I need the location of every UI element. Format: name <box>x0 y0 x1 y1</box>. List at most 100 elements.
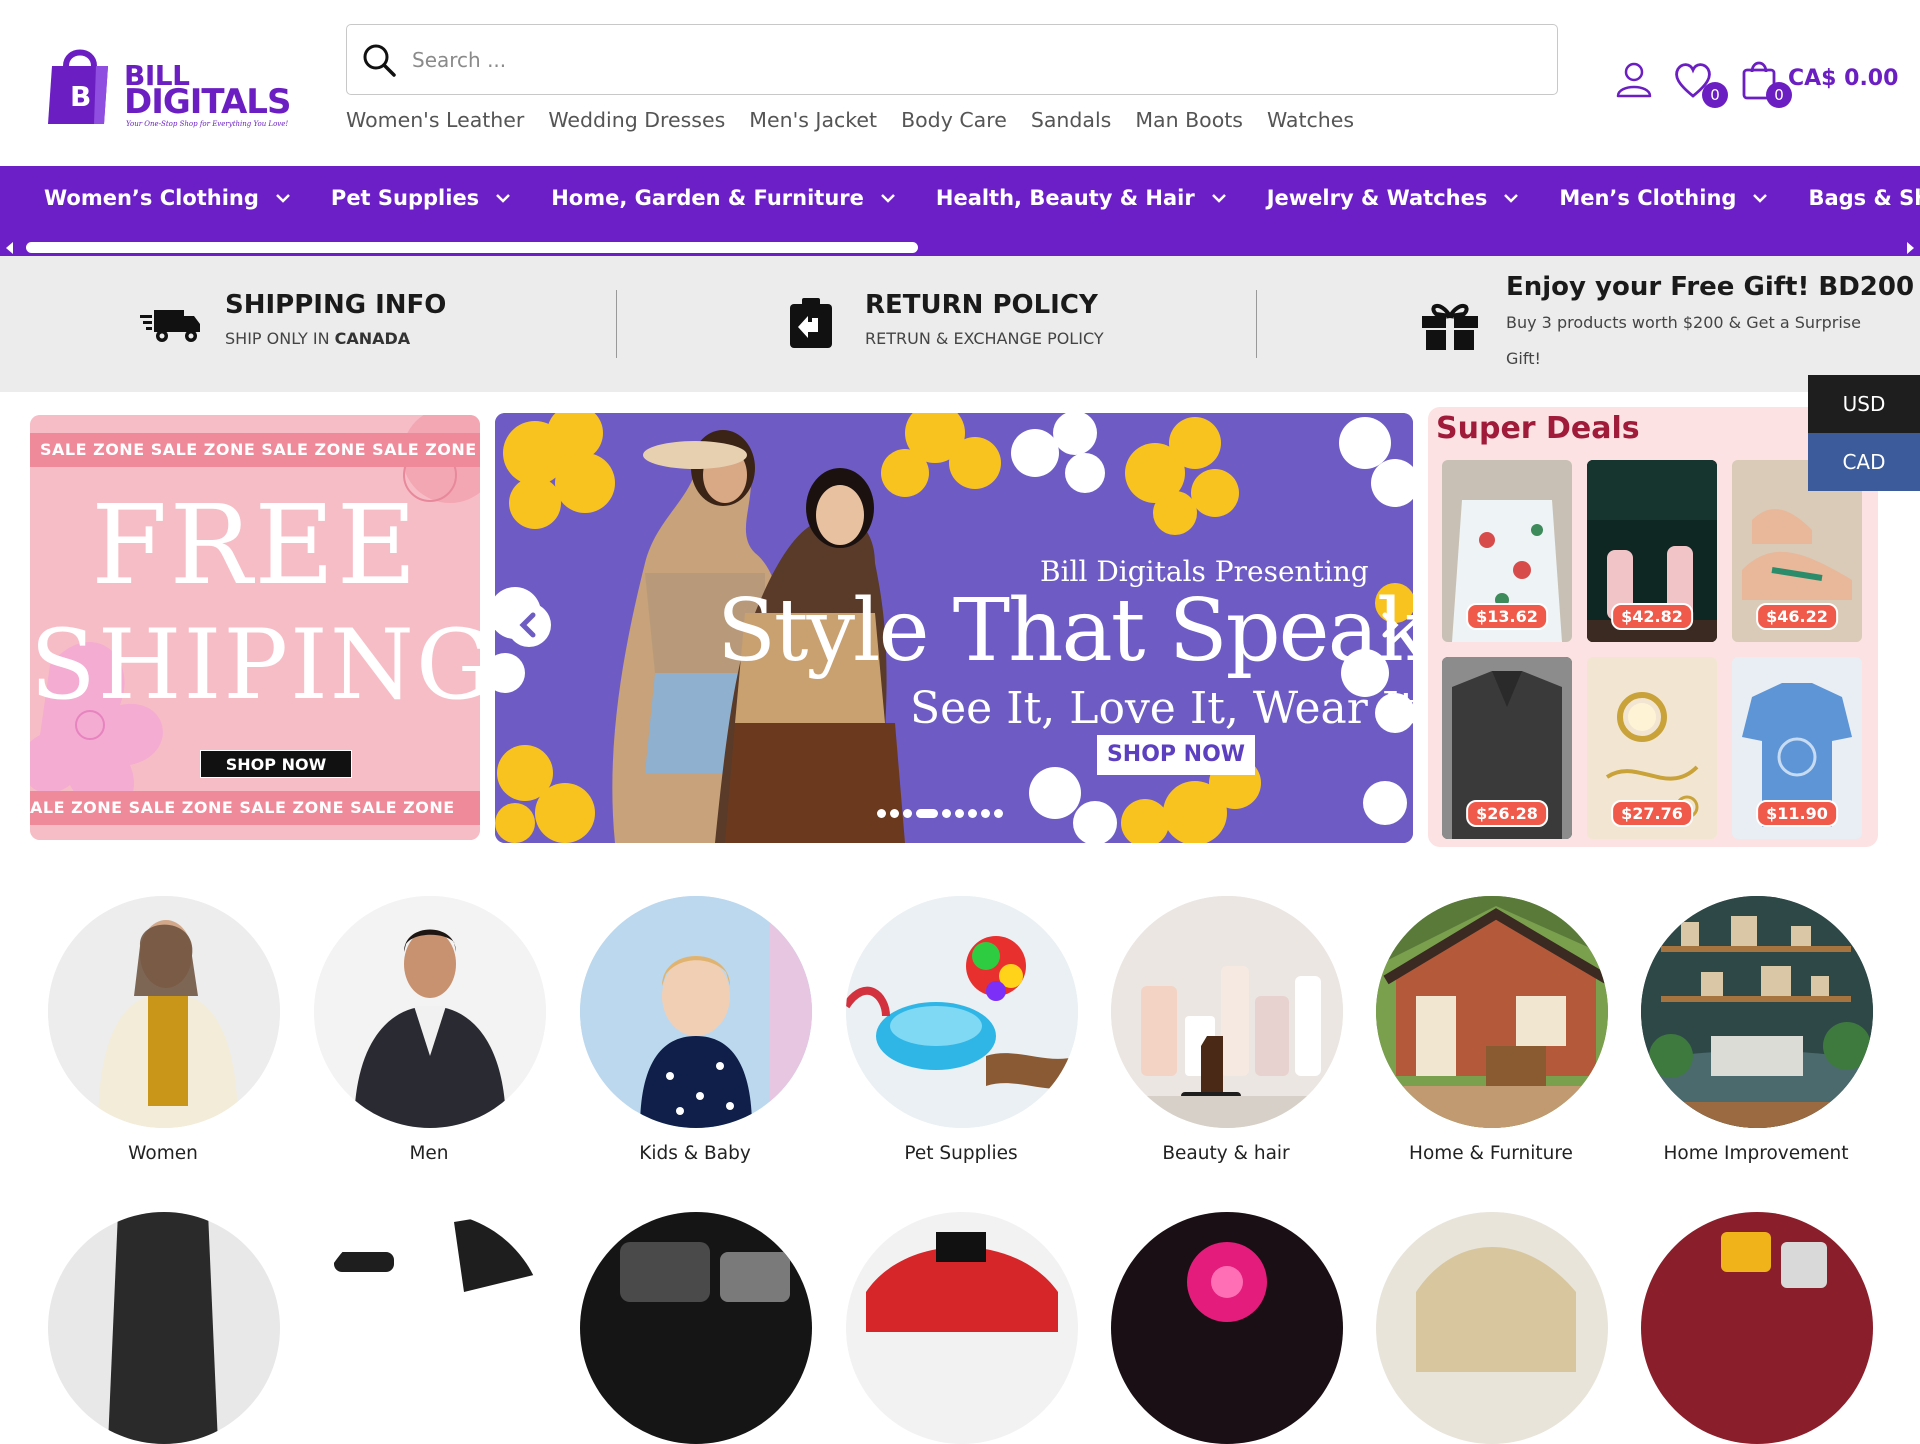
category-label-home-improvement[interactable]: Home Improvement <box>1621 1143 1891 1164</box>
nav-item-label: Jewelry & Watches <box>1266 186 1488 210</box>
search-input[interactable] <box>412 39 1512 81</box>
carousel-dots <box>877 809 1003 818</box>
scroll-right-arrow-icon[interactable] <box>1907 242 1914 254</box>
category-tile-partial[interactable] <box>1641 1212 1873 1444</box>
category-tile-partial[interactable] <box>1376 1212 1608 1444</box>
currency-option-usd[interactable]: USD <box>1808 375 1920 433</box>
nav-item-womens-clothing[interactable]: Women’s Clothing <box>44 186 293 210</box>
currency-option-cad[interactable]: CAD <box>1808 433 1920 491</box>
carousel-prev-button[interactable] <box>507 603 551 647</box>
carousel-dot[interactable] <box>981 809 990 818</box>
category-tile-partial[interactable] <box>846 1212 1078 1444</box>
deal-price: $27.76 <box>1611 800 1693 827</box>
nav-item-mens-clothing[interactable]: Men’s Clothing <box>1559 186 1770 210</box>
carousel-dot[interactable] <box>903 809 912 818</box>
carousel-dot[interactable] <box>968 809 977 818</box>
carousel-shop-now-button[interactable]: SHOP NOW <box>1097 735 1255 775</box>
automotive-category-image <box>580 1212 812 1444</box>
category-label-home-furniture[interactable]: Home & Furniture <box>1356 1143 1626 1164</box>
gift-icon <box>1422 304 1478 350</box>
gifts-category-image <box>1111 1212 1343 1444</box>
carousel-dot[interactable] <box>877 809 886 818</box>
hero-carousel[interactable]: Bill Digitals Presenting Style That Spea… <box>495 413 1413 843</box>
nav-item-health-beauty-hair[interactable]: Health, Beauty & Hair <box>936 186 1229 210</box>
category-home-furniture[interactable] <box>1376 896 1608 1128</box>
category-home-improvement[interactable] <box>1641 896 1873 1128</box>
deal-card-knit-polo[interactable]: $26.28 <box>1442 657 1572 839</box>
chevron-down-icon <box>276 194 290 203</box>
chevron-right-icon <box>1382 612 1399 638</box>
category-tile-partial[interactable] <box>1111 1212 1343 1444</box>
category-nav: Women’s Clothing Pet Supplies Home, Gard… <box>0 166 1920 256</box>
category-label-beauty-hair[interactable]: Beauty & hair <box>1091 1143 1361 1164</box>
scroll-left-arrow-icon[interactable] <box>6 242 13 254</box>
nav-item-label: Men’s Clothing <box>1559 186 1737 210</box>
carousel-tagline: See It, Love It, Wear It <box>910 683 1413 734</box>
search-icon[interactable] <box>361 42 397 78</box>
search-bar[interactable] <box>346 24 1558 95</box>
electronics-category-image <box>314 1212 546 1444</box>
chevron-down-icon <box>1211 194 1226 203</box>
scrollbar-thumb[interactable] <box>26 242 918 253</box>
return-policy[interactable]: RETURN POLICY RETRUN & EXCHANGE POLICY <box>788 256 1228 392</box>
super-deals-title: Super Deals <box>1436 411 1640 446</box>
nav-item-jewelry-watches[interactable]: Jewelry & Watches <box>1267 186 1522 210</box>
category-label-pet-supplies[interactable]: Pet Supplies <box>826 1143 1096 1164</box>
category-tile-partial[interactable] <box>48 1212 280 1444</box>
nav-item-pet-supplies[interactable]: Pet Supplies <box>331 186 513 210</box>
chevron-left-icon <box>519 612 536 638</box>
brand-tagline: Your One-Stop Shop for Everything You Lo… <box>126 120 289 128</box>
category-tile-partial[interactable] <box>580 1212 812 1444</box>
quick-link[interactable]: Men's Jacket <box>749 108 877 132</box>
nav-item-home-garden-furniture[interactable]: Home, Garden & Furniture <box>551 186 898 210</box>
quick-link[interactable]: Body Care <box>901 108 1007 132</box>
category-pet-supplies[interactable] <box>846 896 1078 1128</box>
category-men[interactable] <box>314 896 546 1128</box>
quick-link[interactable]: Sandals <box>1031 108 1112 132</box>
return-policy-subtitle: RETRUN & EXCHANGE POLICY <box>865 329 1104 348</box>
deal-card-gold-watch-set[interactable]: $27.76 <box>1587 657 1717 839</box>
nav-item-label: Women’s Clothing <box>44 186 259 210</box>
category-beauty-hair[interactable] <box>1111 896 1343 1128</box>
nav-scrollbar[interactable] <box>0 238 1920 256</box>
quick-link[interactable]: Watches <box>1267 108 1354 132</box>
deal-card-floral-top[interactable]: $13.62 <box>1442 460 1572 642</box>
free-gift-offer[interactable]: Enjoy your Free Gift! BD200 Buy 3 produc… <box>1420 256 1914 392</box>
beauty-hair-category-image <box>1111 896 1343 1128</box>
free-gift-title: Enjoy your Free Gift! BD200 <box>1506 272 1915 302</box>
quick-link[interactable]: Man Boots <box>1135 108 1243 132</box>
deal-card-kids-tshirt[interactable]: $11.90 <box>1732 657 1862 839</box>
carousel-dot[interactable] <box>955 809 964 818</box>
carousel-dot[interactable] <box>994 809 1003 818</box>
category-label-women[interactable]: Women <box>28 1143 298 1164</box>
cart-total[interactable]: CA$ 0.00 <box>1788 66 1898 91</box>
category-tile-partial[interactable] <box>314 1212 546 1444</box>
brand-name-line2: DIGITALS <box>124 82 291 122</box>
promo-shop-now-button[interactable]: SHOP NOW <box>200 750 352 778</box>
carousel-dot[interactable] <box>942 809 951 818</box>
women-category-image <box>48 896 280 1128</box>
category-kids-baby[interactable] <box>580 896 812 1128</box>
free-shipping-promo[interactable]: SALE ZONE SALE ZONE SALE ZONE SALE ZONE … <box>30 415 480 840</box>
info-strip: SHIPPING INFO SHIP ONLY IN CANADA RETURN… <box>0 256 1920 392</box>
deal-card-pink-lamps[interactable]: $42.82 <box>1587 460 1717 642</box>
men-category-image <box>314 896 546 1128</box>
category-nav-list: Women’s Clothing Pet Supplies Home, Gard… <box>44 186 1920 210</box>
category-label-kids-baby[interactable]: Kids & Baby <box>560 1143 830 1164</box>
currency-switcher: USD CAD <box>1808 375 1920 491</box>
deal-price: $13.62 <box>1466 603 1548 630</box>
category-label-men[interactable]: Men <box>294 1143 564 1164</box>
carousel-dot[interactable] <box>890 809 899 818</box>
wishlist-count-badge: 0 <box>1702 82 1728 108</box>
carousel-dot[interactable] <box>916 809 938 818</box>
brand-logo[interactable]: B BILL DIGITALS Your One-Stop Shop for E… <box>48 32 291 132</box>
quick-link[interactable]: Wedding Dresses <box>548 108 725 132</box>
quick-link[interactable]: Women's Leather <box>346 108 524 132</box>
nav-item-bags-shoes[interactable]: Bags & Shoes <box>1808 186 1920 210</box>
user-icon[interactable] <box>1614 60 1654 100</box>
category-women[interactable] <box>48 896 280 1128</box>
free-gift-subtitle-line1: Buy 3 products worth $200 & Get a Surpri… <box>1506 313 1861 332</box>
bedding-category-image <box>1376 1212 1608 1444</box>
sale-zone-band-top: SALE ZONE SALE ZONE SALE ZONE SALE ZONE <box>30 433 480 467</box>
carousel-next-button[interactable] <box>1369 605 1409 645</box>
